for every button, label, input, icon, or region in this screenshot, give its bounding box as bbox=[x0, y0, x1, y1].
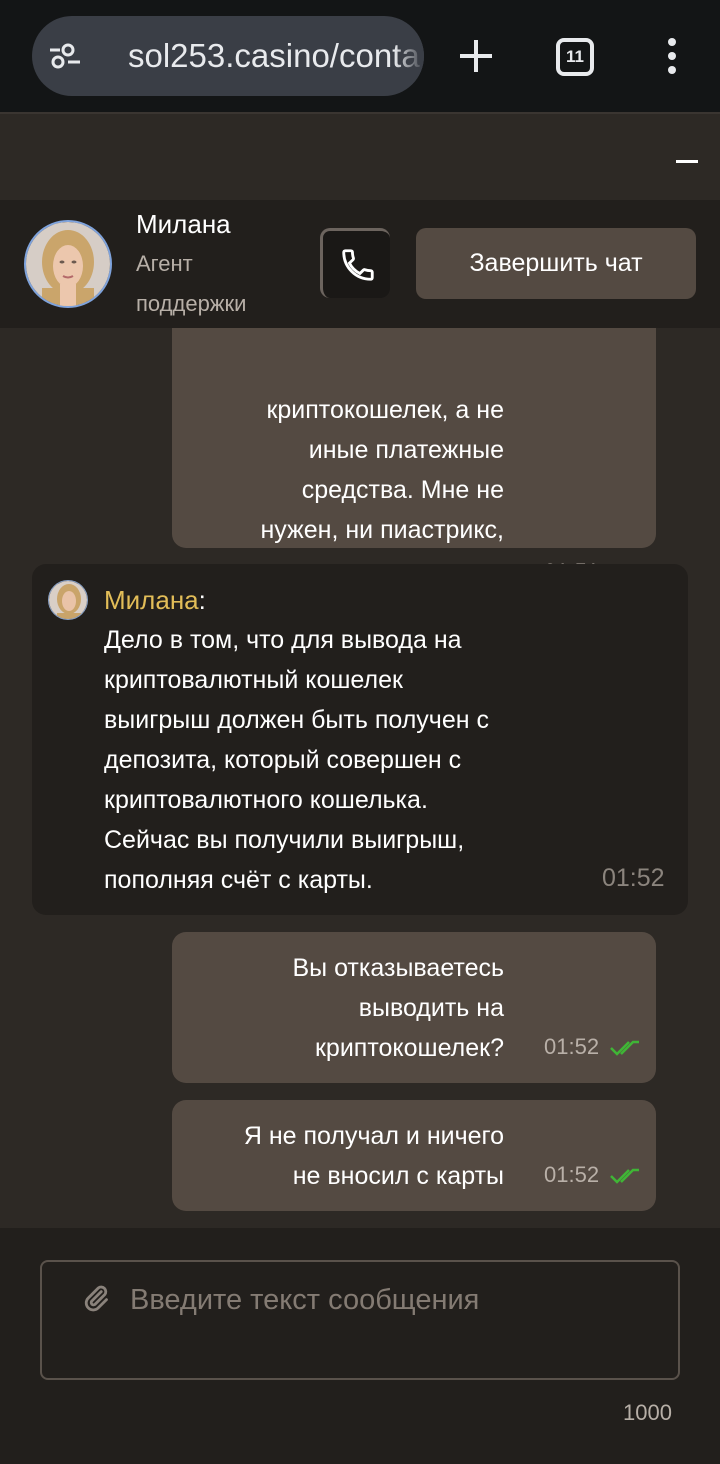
message-text: Вы отказываетесь выводить на криптокошел… bbox=[292, 954, 504, 1062]
agent-avatar-small bbox=[48, 580, 88, 620]
message-text: Я не получал и ничего не вносил с карты bbox=[243, 1122, 504, 1190]
url-fade bbox=[394, 16, 424, 96]
chat-window-bar bbox=[0, 112, 720, 200]
outgoing-message: Я не получал и ничего не вносил с карты … bbox=[172, 1100, 656, 1211]
message-time: 01:52 bbox=[544, 1162, 600, 1187]
message-input[interactable]: Введите текст сообщения bbox=[40, 1260, 680, 1380]
more-options-icon[interactable] bbox=[660, 36, 684, 76]
read-ticks-icon bbox=[610, 1040, 639, 1056]
agent-name: Милана bbox=[136, 209, 231, 239]
char-counter: 1000 bbox=[623, 1400, 672, 1425]
message-time: 01:52 bbox=[544, 1034, 600, 1059]
url-text[interactable]: sol253.casino/conta bbox=[128, 36, 420, 76]
composer: Введите текст сообщения 1000 bbox=[0, 1228, 720, 1464]
attachment-icon[interactable] bbox=[82, 1284, 110, 1312]
input-placeholder: Введите текст сообщения bbox=[130, 1284, 480, 1316]
browser-toolbar: sol253.casino/conta 11 bbox=[0, 0, 720, 112]
site-settings-icon[interactable] bbox=[48, 42, 82, 70]
sender-separator: : bbox=[198, 585, 206, 615]
call-button[interactable] bbox=[320, 228, 390, 298]
message-text: криптокошелек, а не иные платежные средс… bbox=[260, 396, 504, 584]
read-ticks-icon bbox=[610, 1168, 639, 1184]
phone-icon bbox=[342, 249, 374, 281]
tab-count: 11 bbox=[566, 47, 584, 66]
incoming-message: Милана: Дело в том, что для вывода на кр… bbox=[32, 564, 688, 915]
minimize-chat-icon[interactable] bbox=[676, 160, 698, 163]
message-sender: Милана: bbox=[104, 584, 206, 616]
message-list[interactable]: криптокошелек, а не иные платежные средс… bbox=[0, 200, 720, 1228]
message-text: Дело в том, что для вывода на криптовалю… bbox=[104, 626, 489, 894]
outgoing-message: Вы отказываетесь выводить на криптокошел… bbox=[172, 932, 656, 1083]
end-chat-button[interactable]: Завершить чат bbox=[416, 228, 696, 299]
new-tab-icon[interactable] bbox=[456, 36, 496, 76]
tab-switcher-icon[interactable]: 11 bbox=[556, 38, 594, 76]
agent-role: Агент поддержки bbox=[136, 251, 247, 316]
agent-avatar bbox=[24, 220, 112, 308]
address-bar[interactable]: sol253.casino/conta bbox=[32, 16, 424, 96]
sender-name: Милана bbox=[104, 585, 199, 615]
message-time: 01:52 bbox=[602, 864, 665, 892]
chat-header: Милана Агент поддержки Завершить чат bbox=[0, 200, 720, 328]
